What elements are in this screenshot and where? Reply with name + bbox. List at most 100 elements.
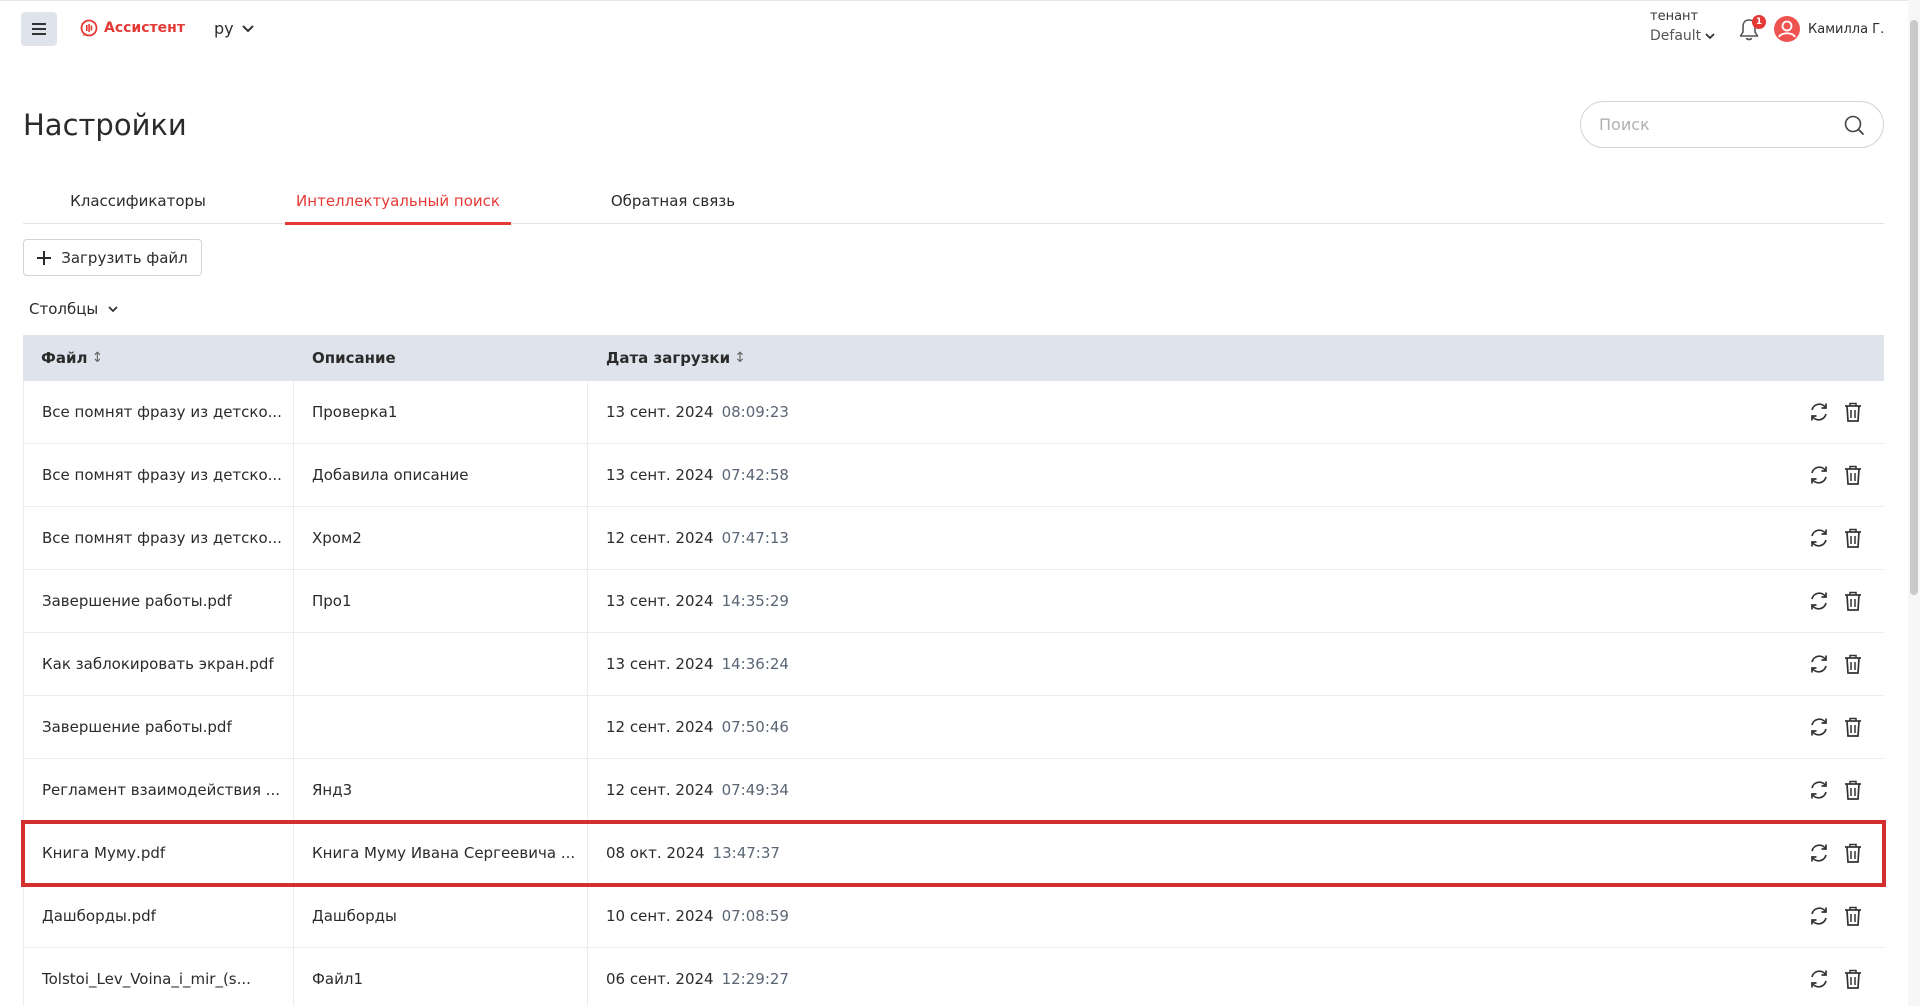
brand-name: Ассистент xyxy=(104,20,185,36)
table-row[interactable]: Все помнят фразу из детско... Хром2 12 сен… xyxy=(23,507,1884,570)
trash-icon[interactable] xyxy=(1842,590,1864,612)
columns-label: Столбцы xyxy=(29,300,99,318)
refresh-button[interactable] xyxy=(1808,653,1830,675)
upload-date: 06 сент. 2024 xyxy=(606,970,714,988)
search-icon[interactable] xyxy=(1843,114,1865,136)
refresh-icon[interactable] xyxy=(1808,653,1830,675)
cell-file[interactable]: Все помнят фразу из детско... xyxy=(23,444,294,506)
cell-file[interactable]: Все помнят фразу из детско... xyxy=(23,381,294,443)
refresh-icon[interactable] xyxy=(1808,590,1830,612)
sort-icon[interactable]: ↕ xyxy=(92,350,104,366)
table-body: Все помнят фразу из детско... Проверка1 13… xyxy=(21,381,1886,1006)
tab-intelligent-search[interactable]: Интеллектуальный поиск xyxy=(285,178,511,225)
table-row[interactable]: Tolstoi_Lev_Voina_i_mir_(s... Файл1 06 сен… xyxy=(23,948,1884,1006)
upload-time: 07:42:58 xyxy=(721,466,789,484)
delete-button[interactable] xyxy=(1842,968,1864,990)
scrollbar-thumb[interactable] xyxy=(1910,20,1918,595)
files-table: Файл ↕ Описание Дата загрузки ↕ Все помн… xyxy=(21,335,1886,1006)
refresh-icon[interactable] xyxy=(1808,527,1830,549)
trash-icon[interactable] xyxy=(1842,401,1864,423)
refresh-button[interactable] xyxy=(1808,716,1830,738)
sort-icon[interactable]: ↕ xyxy=(734,350,746,366)
table-row[interactable]: Регламент взаимодействия ... Янд3 12 сент.… xyxy=(23,759,1884,822)
cell-date: 12 сент. 2024 07:47:13 xyxy=(588,507,1884,569)
search-box[interactable] xyxy=(1580,101,1884,148)
delete-button[interactable] xyxy=(1842,842,1864,864)
refresh-icon[interactable] xyxy=(1808,842,1830,864)
cell-file[interactable]: Tolstoi_Lev_Voina_i_mir_(s... xyxy=(23,948,294,1006)
language-selector[interactable]: ру xyxy=(214,19,254,38)
refresh-icon[interactable] xyxy=(1808,401,1830,423)
delete-button[interactable] xyxy=(1842,464,1864,486)
refresh-icon[interactable] xyxy=(1808,716,1830,738)
upload-time: 07:47:13 xyxy=(721,529,789,547)
delete-button[interactable] xyxy=(1842,653,1864,675)
refresh-icon[interactable] xyxy=(1808,779,1830,801)
trash-icon[interactable] xyxy=(1842,464,1864,486)
delete-button[interactable] xyxy=(1842,401,1864,423)
refresh-button[interactable] xyxy=(1808,527,1830,549)
trash-icon[interactable] xyxy=(1842,779,1864,801)
cell-file[interactable]: Все помнят фразу из детско... xyxy=(23,507,294,569)
cell-description: Дашборды xyxy=(294,885,588,947)
delete-button[interactable] xyxy=(1842,779,1864,801)
trash-icon[interactable] xyxy=(1842,905,1864,927)
refresh-icon[interactable] xyxy=(1808,968,1830,990)
delete-button[interactable] xyxy=(1842,905,1864,927)
refresh-button[interactable] xyxy=(1808,842,1830,864)
refresh-button[interactable] xyxy=(1808,401,1830,423)
table-row[interactable]: Все помнят фразу из детско... Добавила оп… xyxy=(23,444,1884,507)
trash-icon[interactable] xyxy=(1842,968,1864,990)
tenant-value[interactable]: Default xyxy=(1650,28,1715,44)
page-scrollbar[interactable] xyxy=(1908,0,1920,1006)
tab-feedback[interactable]: Обратная связь xyxy=(573,178,773,224)
delete-button[interactable] xyxy=(1842,590,1864,612)
tenant-selector[interactable]: тенант Default xyxy=(1650,9,1715,44)
refresh-button[interactable] xyxy=(1808,590,1830,612)
notifications-button[interactable]: 1 xyxy=(1738,15,1766,42)
search-input[interactable] xyxy=(1599,115,1843,134)
trash-icon[interactable] xyxy=(1842,653,1864,675)
table-row[interactable]: Все помнят фразу из детско... Проверка1 13… xyxy=(23,381,1884,444)
refresh-icon[interactable] xyxy=(1808,905,1830,927)
cell-file[interactable]: Регламент взаимодействия ... xyxy=(23,759,294,821)
user-menu[interactable]: Камилла Г. xyxy=(1774,16,1884,42)
language-value: ру xyxy=(214,19,234,38)
table-row[interactable]: Как заблокировать экран.pdf 13 сент. 2024… xyxy=(23,633,1884,696)
refresh-button[interactable] xyxy=(1808,464,1830,486)
table-row[interactable]: Завершение работы.pdf Про1 13 сент. 2024 14… xyxy=(23,570,1884,633)
notification-badge: 1 xyxy=(1752,15,1766,29)
delete-button[interactable] xyxy=(1842,716,1864,738)
cell-description: Проверка1 xyxy=(294,381,588,443)
cell-file[interactable]: Книга Муму.pdf xyxy=(23,822,294,884)
column-header-description: Описание xyxy=(312,349,396,367)
refresh-icon[interactable] xyxy=(1808,464,1830,486)
columns-dropdown[interactable]: Столбцы xyxy=(29,300,118,318)
row-actions xyxy=(1808,842,1864,864)
assistant-logo-icon xyxy=(80,19,98,37)
trash-icon[interactable] xyxy=(1842,716,1864,738)
delete-button[interactable] xyxy=(1842,527,1864,549)
column-header-file[interactable]: Файл ↕ xyxy=(23,335,294,381)
column-header-date[interactable]: Дата загрузки ↕ xyxy=(588,335,1884,381)
cell-file[interactable]: Завершение работы.pdf xyxy=(23,696,294,758)
cell-file[interactable]: Завершение работы.pdf xyxy=(23,570,294,632)
menu-toggle-button[interactable] xyxy=(21,12,57,46)
table-row[interactable]: Завершение работы.pdf 12 сент. 2024 07:50:… xyxy=(23,696,1884,759)
refresh-button[interactable] xyxy=(1808,905,1830,927)
table-row[interactable]: Книга Муму.pdf Книга Муму Ивана Сергеевич… xyxy=(21,820,1886,887)
brand-logo[interactable]: Ассистент xyxy=(80,19,185,37)
upload-time: 07:08:59 xyxy=(721,907,789,925)
upload-file-button[interactable]: Загрузить файл xyxy=(23,239,202,276)
cell-file[interactable]: Дашборды.pdf xyxy=(23,885,294,947)
trash-icon[interactable] xyxy=(1842,527,1864,549)
cell-description: Про1 xyxy=(294,570,588,632)
cell-file[interactable]: Как заблокировать экран.pdf xyxy=(23,633,294,695)
trash-icon[interactable] xyxy=(1842,842,1864,864)
upload-date: 10 сент. 2024 xyxy=(606,907,714,925)
upload-time: 08:09:23 xyxy=(721,403,789,421)
refresh-button[interactable] xyxy=(1808,968,1830,990)
table-row[interactable]: Дашборды.pdf Дашборды 10 сент. 2024 07:08:5… xyxy=(23,885,1884,948)
tab-classifiers[interactable]: Классификаторы xyxy=(47,178,229,224)
refresh-button[interactable] xyxy=(1808,779,1830,801)
